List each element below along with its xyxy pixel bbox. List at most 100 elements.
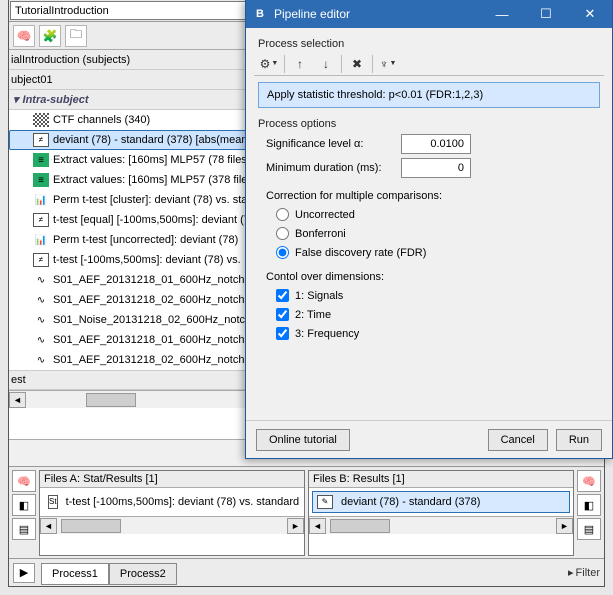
tree-item-label: S01_Noise_20131218_02_600Hz_notch	[53, 314, 251, 326]
check-dim3-row[interactable]: 3: Frequency	[276, 327, 604, 340]
dialog-titlebar[interactable]: B Pipeline editor — ☐ ✕	[246, 0, 612, 28]
left-btn-3[interactable]: ▤	[12, 518, 36, 540]
perm-icon: 📊	[33, 233, 49, 247]
significance-input[interactable]	[401, 134, 471, 154]
separator	[372, 55, 373, 73]
run-button-small[interactable]: ▶	[13, 563, 35, 583]
delete-button[interactable]: ✖	[346, 54, 368, 74]
tree-item-label: deviant (78) - standard (378) [abs(mean)…	[53, 134, 254, 146]
minus-icon: ▾	[13, 93, 19, 106]
check-dim2-row[interactable]: 2: Time	[276, 308, 604, 321]
scroll-thumb[interactable]	[330, 519, 390, 533]
files-b-item[interactable]: ✎ deviant (78) - standard (378)	[312, 491, 570, 513]
tree-item-label: t-test [equal] [-100ms,500ms]: deviant (…	[53, 214, 260, 226]
wave-icon: ∿	[33, 353, 49, 367]
tree-item-label: Perm t-test [cluster]: deviant (78) vs. …	[53, 194, 276, 206]
right-btn-1[interactable]: 🧠	[577, 470, 601, 492]
wave-icon: ∿	[33, 333, 49, 347]
stat-icon: St	[48, 495, 58, 509]
radio-bonferroni[interactable]	[276, 227, 289, 240]
tree-item-label: t-test [-100ms,500ms]: deviant (78) vs.	[53, 254, 241, 266]
process-toolbar: ⚙▼ ↑ ↓ ✖ ♆▼	[254, 52, 604, 76]
scroll-left-icon[interactable]: ◄	[9, 392, 26, 408]
chevron-down-icon: ▼	[271, 60, 278, 67]
files-a-item-label: t-test [-100ms,500ms]: deviant (78) vs. …	[66, 496, 300, 508]
close-button[interactable]: ✕	[568, 0, 612, 28]
scroll-thumb[interactable]	[86, 393, 136, 407]
tab-process2[interactable]: Process2	[109, 563, 177, 585]
scroll-thumb[interactable]	[61, 519, 121, 533]
move-down-button[interactable]: ↓	[315, 54, 337, 74]
radio-uncorrected-label: Uncorrected	[295, 209, 355, 221]
pipeline-editor-dialog: B Pipeline editor — ☐ ✕ Process selectio…	[245, 0, 613, 459]
files-b-box: Files B: Results [1] ✎ deviant (78) - st…	[308, 470, 574, 556]
files-right-buttons: 🧠 ◧ ▤	[577, 470, 601, 556]
radio-fdr[interactable]	[276, 246, 289, 259]
significance-row: Significance level α:	[266, 134, 604, 154]
files-a-box: Files A: Stat/Results [1] St t-test [-10…	[39, 470, 305, 556]
separator	[284, 55, 285, 73]
radio-uncorrected-row[interactable]: Uncorrected	[276, 208, 604, 221]
x-icon: ✖	[352, 57, 362, 71]
online-tutorial-button[interactable]: Online tutorial	[256, 429, 350, 451]
check-dim3[interactable]	[276, 327, 289, 340]
files-panel: 🧠 ◧ ▤ Files A: Stat/Results [1] St t-tes…	[9, 466, 604, 559]
process-selection-label: Process selection	[258, 38, 604, 50]
move-up-button[interactable]: ↑	[289, 54, 311, 74]
tab-process1[interactable]: Process1	[41, 563, 109, 585]
dialog-buttons: Online tutorial Cancel Run	[246, 420, 612, 458]
wave-icon: ∿	[33, 273, 49, 287]
separator	[341, 55, 342, 73]
toolbar-btn-1[interactable]: 🧠	[13, 25, 35, 47]
grid-icon	[33, 113, 49, 127]
radio-fdr-row[interactable]: False discovery rate (FDR)	[276, 246, 604, 259]
selected-process[interactable]: Apply statistic threshold: p<0.01 (FDR:1…	[258, 82, 600, 108]
arrow-up-icon: ↑	[297, 57, 303, 71]
files-left-buttons: 🧠 ◧ ▤	[12, 470, 36, 556]
check-dim2[interactable]	[276, 308, 289, 321]
files-b-scroll[interactable]: ◄ ►	[309, 516, 573, 534]
gear-icon: ⚙	[260, 57, 271, 71]
scroll-left-icon[interactable]: ◄	[309, 518, 326, 534]
right-btn-3[interactable]: ▤	[577, 518, 601, 540]
ttest-icon: ≠	[33, 253, 49, 267]
chevron-down-icon: ▼	[390, 60, 397, 67]
significance-label: Significance level α:	[266, 138, 401, 150]
left-btn-2[interactable]: ◧	[12, 494, 36, 516]
gear-menu-button[interactable]: ⚙▼	[258, 54, 280, 74]
files-a-item[interactable]: St t-test [-100ms,500ms]: deviant (78) v…	[43, 491, 301, 513]
dialog-body: Process selection ⚙▼ ↑ ↓ ✖ ♆▼ Apply stat…	[246, 28, 612, 354]
check-dim1-row[interactable]: 1: Signals	[276, 289, 604, 302]
scroll-right-icon[interactable]: ►	[287, 518, 304, 534]
tree-root-label: ialIntroduction (subjects)	[11, 54, 130, 66]
check-dim1[interactable]	[276, 289, 289, 302]
filter-label: Filter	[576, 567, 600, 579]
tree-item-label: S01_AEF_20131218_02_600Hz_notch	[53, 354, 244, 366]
minduration-input[interactable]	[401, 158, 471, 178]
tree-item-label: S01_AEF_20131218_01_600Hz_notch	[53, 334, 244, 346]
toolbar-btn-3[interactable]: 🗀	[65, 25, 87, 47]
correction-group-label: Correction for multiple comparisons:	[266, 190, 604, 202]
scroll-left-icon[interactable]: ◄	[40, 518, 57, 534]
toolbar-btn-2[interactable]: 🧩	[39, 25, 61, 47]
radio-bonferroni-row[interactable]: Bonferroni	[276, 227, 604, 240]
cancel-button[interactable]: Cancel	[488, 429, 548, 451]
minduration-row: Minimum duration (ms):	[266, 158, 604, 178]
scroll-right-icon[interactable]: ►	[556, 518, 573, 534]
left-btn-1[interactable]: 🧠	[12, 470, 36, 492]
tree-item-label: Extract values: [160ms] MLP57 (78 files)	[53, 154, 250, 166]
minimize-button[interactable]: —	[480, 0, 524, 28]
files-a-scroll[interactable]: ◄ ►	[40, 516, 304, 534]
filter-link[interactable]: ▸ Filter	[568, 566, 600, 579]
process-tabs: ▶ Process1 Process2 ▸ Filter	[9, 558, 604, 586]
minduration-label: Minimum duration (ms):	[266, 162, 401, 174]
maximize-button[interactable]: ☐	[524, 0, 568, 28]
tree-menu-button[interactable]: ♆▼	[377, 54, 399, 74]
perm-icon: 📊	[33, 193, 49, 207]
run-button[interactable]: Run	[556, 429, 602, 451]
chevron-right-icon: ▸	[568, 566, 574, 579]
right-btn-2[interactable]: ◧	[577, 494, 601, 516]
check-dim2-label: 2: Time	[295, 309, 331, 321]
arrow-down-icon: ↓	[323, 57, 329, 71]
radio-uncorrected[interactable]	[276, 208, 289, 221]
